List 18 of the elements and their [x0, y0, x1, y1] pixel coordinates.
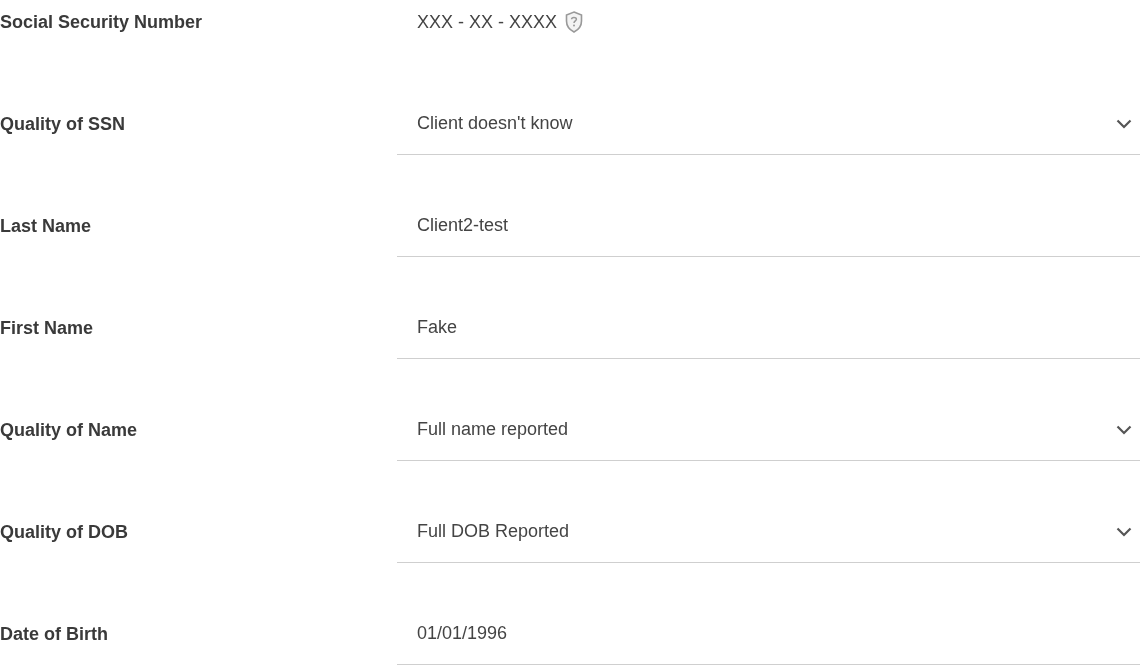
field-label: Quality of SSN	[0, 113, 125, 135]
field-label: Quality of Name	[0, 419, 138, 441]
field-label: First Name	[0, 317, 94, 339]
field-label: Last Name	[0, 215, 92, 237]
select-field[interactable]: Client doesn't know	[397, 93, 1140, 155]
input-field[interactable]: 01/01/1996	[397, 603, 1140, 665]
chevron-down-icon	[1116, 424, 1132, 435]
input-field[interactable]: Client2-test	[397, 195, 1140, 257]
select-field[interactable]: Full name reported	[397, 399, 1140, 461]
field-label: Social Security Number	[0, 11, 203, 33]
chevron-down-icon	[1116, 118, 1132, 129]
field-label: Quality of DOB	[0, 521, 128, 543]
chevron-down-icon	[1116, 526, 1132, 537]
help-shield-icon[interactable]	[565, 11, 584, 33]
masked-ssn-value: XXX - XX - XXXX	[417, 11, 558, 33]
field-label: Date of Birth	[0, 623, 108, 645]
select-field[interactable]: Full DOB Reported	[397, 501, 1140, 563]
input-field[interactable]: Fake	[397, 297, 1140, 359]
